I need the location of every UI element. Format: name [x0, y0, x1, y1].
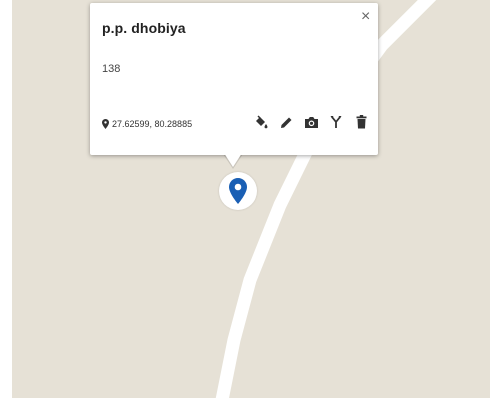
screenshot-frame: p.p. dhobiya × 138 27.62599, 80.28885	[0, 0, 493, 405]
popup-tail	[224, 153, 242, 167]
camera-icon	[304, 116, 318, 128]
route-fork-icon	[330, 116, 342, 128]
style-button[interactable]	[253, 114, 269, 130]
popup-value: 138	[102, 63, 121, 75]
popup-title: p.p. dhobiya	[102, 20, 186, 36]
map-canvas[interactable]: p.p. dhobiya × 138 27.62599, 80.28885	[12, 0, 490, 398]
paint-bucket-icon	[256, 115, 268, 129]
directions-button[interactable]	[328, 114, 344, 130]
info-popup: p.p. dhobiya × 138 27.62599, 80.28885	[90, 3, 378, 155]
close-button[interactable]: ×	[361, 9, 370, 25]
coordinates-text: 27.62599, 80.28885	[112, 119, 193, 129]
edit-button[interactable]	[278, 114, 294, 130]
coordinates-row: 27.62599, 80.28885	[102, 119, 192, 129]
popup-toolbar	[253, 114, 369, 130]
trash-icon	[356, 115, 366, 129]
delete-button[interactable]	[353, 114, 369, 130]
map-marker[interactable]	[219, 172, 257, 210]
location-pin-icon	[102, 119, 109, 129]
map-marker-icon	[229, 178, 247, 204]
pencil-icon	[280, 117, 291, 128]
photo-button[interactable]	[303, 114, 319, 130]
